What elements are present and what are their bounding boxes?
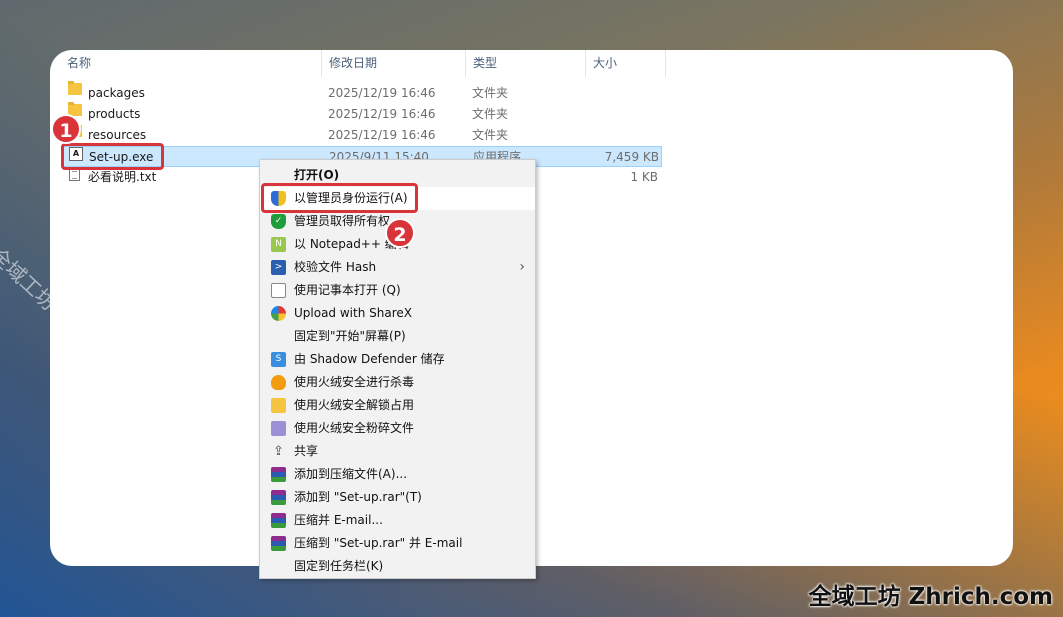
file-date: 2025/12/19 16:46 bbox=[328, 107, 436, 121]
sharex-icon bbox=[271, 306, 286, 321]
brand-logo-text: 全域工坊 Zhrich.com bbox=[808, 584, 1053, 610]
menu-item-pin-start[interactable]: 固定到"开始"屏幕(P) bbox=[260, 325, 535, 348]
menu-item-label: 管理员取得所有权 bbox=[294, 214, 391, 228]
menu-item-label: 由 Shadow Defender 储存 bbox=[294, 352, 445, 366]
menu-item-sharex[interactable]: Upload with ShareX bbox=[260, 302, 535, 325]
menu-item-huorong-shred[interactable]: 使用火绒安全粉碎文件 bbox=[260, 417, 535, 440]
winrar-icon bbox=[271, 490, 286, 505]
menu-item-shadow-defender[interactable]: S 由 Shadow Defender 储存 bbox=[260, 348, 535, 371]
menu-item-label: 压缩并 E-mail... bbox=[294, 513, 383, 527]
menu-item-add-setup-rar[interactable]: 添加到 "Set-up.rar"(T) bbox=[260, 486, 535, 509]
highlight-run-as-admin bbox=[261, 183, 418, 213]
folder-icon bbox=[68, 81, 82, 95]
file-date: 2025/12/19 16:46 bbox=[328, 128, 436, 142]
file-row-products[interactable]: products 2025/12/19 16:46 文件夹 bbox=[62, 102, 662, 125]
shadow-defender-icon: S bbox=[271, 352, 286, 367]
menu-item-label: 校验文件 Hash bbox=[294, 260, 377, 274]
file-name: packages bbox=[88, 86, 145, 100]
shred-icon bbox=[271, 421, 286, 436]
menu-item-share[interactable]: ⇪ 共享 bbox=[260, 440, 535, 463]
file-name: products bbox=[88, 107, 141, 121]
menu-item-huorong-scan[interactable]: 使用火绒安全进行杀毒 bbox=[260, 371, 535, 394]
menu-item-label: 使用火绒安全解锁占用 bbox=[294, 398, 415, 412]
share-icon: ⇪ bbox=[273, 444, 284, 459]
folder-lock-icon bbox=[271, 398, 286, 413]
menu-item-label: 使用火绒安全进行杀毒 bbox=[294, 375, 415, 389]
highlight-setup-exe bbox=[61, 143, 164, 170]
sort-up-icon: ^ bbox=[188, 50, 196, 55]
menu-item-pin-taskbar[interactable]: 固定到任务栏(K) bbox=[260, 555, 535, 578]
file-size: 1 KB bbox=[630, 170, 658, 184]
column-header: 名称 ^ 修改日期 类型 大小 bbox=[50, 50, 1013, 77]
file-type: 文件夹 bbox=[472, 128, 509, 142]
menu-item-label: 添加到 "Set-up.rar"(T) bbox=[294, 490, 422, 504]
file-type: 文件夹 bbox=[472, 107, 509, 121]
file-date: 2025/12/19 16:46 bbox=[328, 86, 436, 100]
menu-item-label: 压缩到 "Set-up.rar" 并 E-mail bbox=[294, 536, 463, 550]
menu-item-label: 添加到压缩文件(A)... bbox=[294, 467, 408, 481]
menu-item-label: 使用记事本打开 (Q) bbox=[294, 283, 401, 297]
menu-item-notepad[interactable]: 使用记事本打开 (Q) bbox=[260, 279, 535, 302]
powershell-icon: > bbox=[271, 260, 286, 275]
file-row-packages[interactable]: packages 2025/12/19 16:46 文件夹 bbox=[62, 81, 662, 104]
winrar-icon bbox=[271, 536, 286, 551]
file-size: 7,459 KB bbox=[604, 150, 659, 164]
menu-item-label: 固定到"开始"屏幕(P) bbox=[294, 329, 406, 343]
green-shield-icon: ✓ bbox=[271, 214, 286, 229]
file-type: 文件夹 bbox=[472, 86, 509, 100]
huorong-icon bbox=[271, 375, 286, 390]
file-name: 必看说明.txt bbox=[88, 170, 157, 184]
step-1-badge: 1 bbox=[51, 114, 81, 144]
notepadpp-icon: N bbox=[271, 237, 286, 252]
menu-item-label: 共享 bbox=[294, 444, 319, 458]
menu-item-label: Upload with ShareX bbox=[294, 306, 412, 320]
menu-item-hash[interactable]: > 校验文件 Hash › bbox=[260, 256, 535, 279]
winrar-icon bbox=[271, 467, 286, 482]
menu-item-compress-rar-email[interactable]: 压缩到 "Set-up.rar" 并 E-mail bbox=[260, 532, 535, 555]
menu-item-huorong-unlock[interactable]: 使用火绒安全解锁占用 bbox=[260, 394, 535, 417]
chevron-right-icon: › bbox=[519, 259, 525, 275]
notepad-icon bbox=[271, 283, 286, 298]
column-modified-header[interactable]: 修改日期 bbox=[321, 50, 466, 77]
step-2-badge: 2 bbox=[385, 218, 415, 248]
menu-item-label: 使用火绒安全粉碎文件 bbox=[294, 421, 415, 435]
column-size-header[interactable]: 大小 bbox=[585, 50, 666, 77]
column-type-header[interactable]: 类型 bbox=[465, 50, 586, 77]
menu-item-add-archive[interactable]: 添加到压缩文件(A)... bbox=[260, 463, 535, 486]
menu-item-compress-email[interactable]: 压缩并 E-mail... bbox=[260, 509, 535, 532]
winrar-icon bbox=[271, 513, 286, 528]
menu-item-label: 固定到任务栏(K) bbox=[294, 559, 384, 573]
